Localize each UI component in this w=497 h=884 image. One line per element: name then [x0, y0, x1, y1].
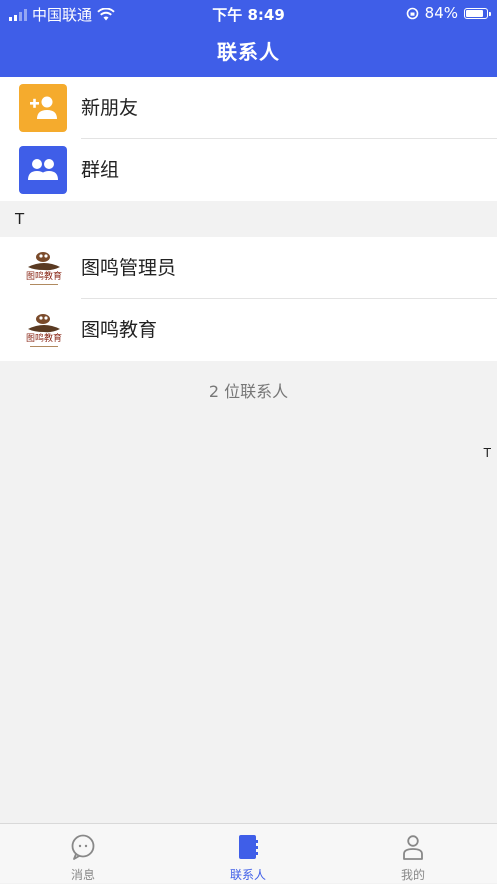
status-bar: 中国联通 下午 8:49 84%: [0, 0, 497, 26]
contact-name: 图鸣管理员: [81, 257, 177, 279]
contact-avatar: 图鸣教育: [22, 247, 66, 291]
contact-item[interactable]: 图鸣教育 图鸣管理员: [0, 237, 497, 299]
chat-icon: [71, 834, 95, 860]
section-header: T: [0, 202, 497, 237]
battery-icon: [464, 7, 491, 19]
contact-item[interactable]: 图鸣教育 图鸣教育: [0, 299, 497, 361]
contact-avatar: 图鸣教育: [22, 309, 66, 353]
new-friends-label: 新朋友: [81, 97, 139, 119]
rotation-lock-icon: [406, 7, 418, 19]
index-letter-t[interactable]: T: [484, 446, 491, 460]
add-friend-icon: [19, 84, 67, 132]
tab-label: 我的: [400, 868, 425, 882]
group-icon: [19, 146, 67, 194]
contact-name: 图鸣教育: [81, 319, 158, 341]
svg-text:图鸣教育: 图鸣教育: [26, 270, 62, 282]
tab-contacts[interactable]: 联系人: [188, 824, 308, 884]
tab-messages[interactable]: 消息: [23, 824, 143, 884]
new-friends-item[interactable]: 新朋友: [0, 77, 497, 139]
contact-count: 2 位联系人: [208, 382, 289, 401]
tab-label: 消息: [70, 868, 95, 882]
battery-percent: 84%: [424, 4, 458, 22]
tab-bar: 消息 联系人 我的: [0, 823, 497, 883]
page-title: 联系人: [217, 40, 280, 64]
tab-label: 联系人: [229, 868, 266, 882]
groups-item[interactable]: 群组: [0, 139, 497, 201]
section-letter: T: [15, 210, 25, 228]
svg-text:图鸣教育: 图鸣教育: [26, 332, 62, 344]
top-bar: 中国联通 下午 8:49 84% 联系人: [0, 0, 497, 77]
contacts-book-icon: [239, 835, 258, 859]
person-icon: [403, 835, 423, 860]
groups-label: 群组: [81, 159, 120, 181]
tab-me[interactable]: 我的: [353, 824, 473, 884]
